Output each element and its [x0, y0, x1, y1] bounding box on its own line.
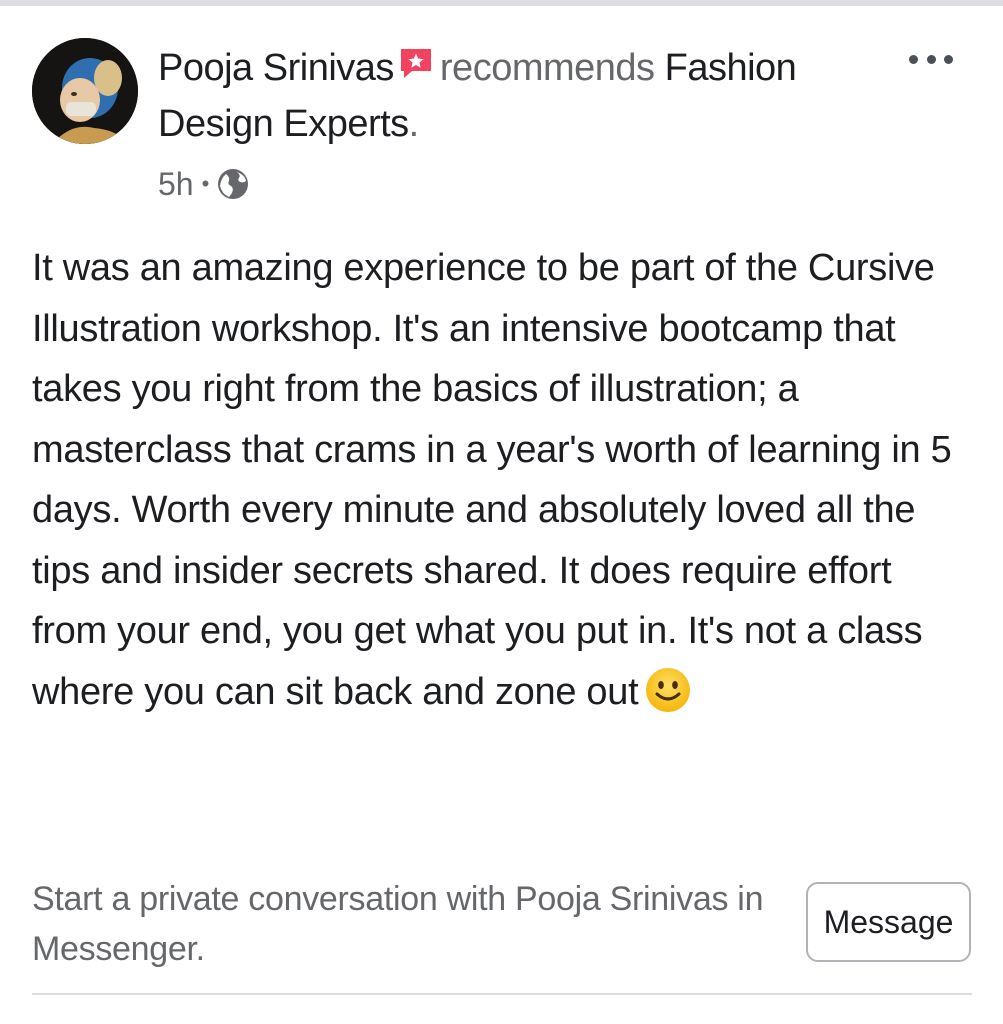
smiling-face-emoji [644, 666, 692, 714]
author-name[interactable]: Pooja Srinivas [158, 47, 394, 89]
more-options-button[interactable] [906, 44, 956, 74]
post-timestamp[interactable]: 5h [158, 166, 194, 203]
messenger-prompt: Start a private conversation with Pooja … [32, 880, 764, 968]
top-divider [0, 0, 1003, 6]
recommendation-badge-icon [398, 46, 434, 82]
header-period: . [408, 103, 420, 145]
recommends-text: recommends [439, 47, 655, 89]
more-dot [944, 54, 953, 64]
post-body-text: It was an amazing experience to be part … [32, 247, 952, 713]
more-dot [909, 54, 918, 64]
author-avatar[interactable] [32, 38, 138, 144]
post-header: Pooja Srinivas recommends Fashion Design … [158, 40, 888, 152]
globe-icon [218, 169, 249, 199]
post-meta: 5h • [158, 164, 249, 204]
message-button[interactable]: Message [806, 882, 971, 962]
more-dot [926, 54, 936, 64]
post-text: It was an amazing experience to be part … [32, 238, 972, 722]
bottom-divider [32, 993, 972, 995]
meta-separator: • [201, 171, 210, 196]
